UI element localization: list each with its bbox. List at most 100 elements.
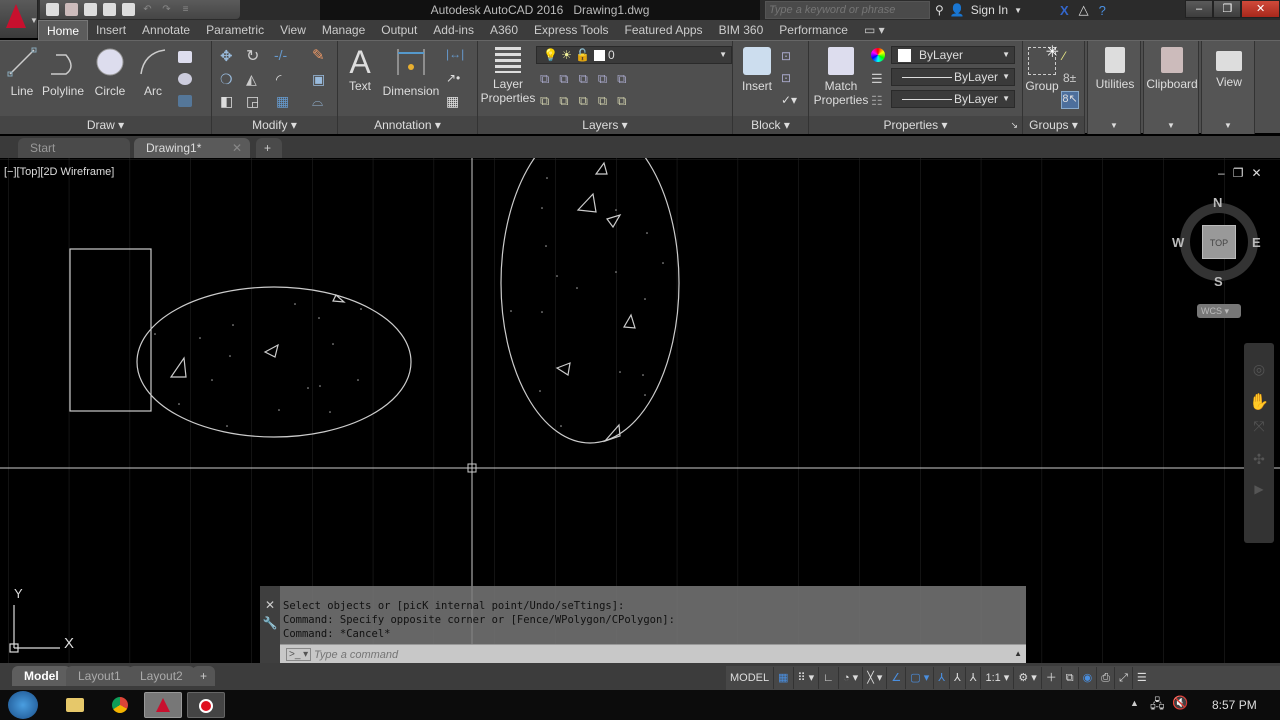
lineweight-dropdown[interactable]: ByLayer ▼ [891, 68, 1015, 86]
tab-featured-apps[interactable]: Featured Apps [617, 20, 711, 40]
line-button[interactable]: Line [6, 47, 38, 98]
utilities-button[interactable]: Utilities [1088, 47, 1142, 91]
unlock-icon[interactable]: 🔓 [575, 48, 590, 62]
polar-tracking-icon[interactable]: ◔ ▾ [839, 667, 864, 689]
tab-view[interactable]: View [272, 20, 314, 40]
restore-icon[interactable]: ❐ [1233, 166, 1252, 180]
tab-annotate[interactable]: Annotate [134, 20, 198, 40]
clock[interactable]: 8:57 PM [1212, 698, 1257, 712]
chrome-icon[interactable] [112, 697, 128, 713]
layer-tools-row-2[interactable]: ⧉⧉⧉⧉⧉ [540, 93, 636, 109]
dialog-launcher-icon[interactable]: ↘ [1010, 116, 1018, 134]
insert-button[interactable]: Insert [737, 47, 777, 93]
rectangle-icon[interactable] [178, 51, 192, 63]
lock-ui-icon[interactable]: ⎙ [1097, 667, 1116, 689]
modify-panel-title[interactable]: Modify ▾ [212, 116, 337, 134]
file-explorer-icon[interactable] [66, 698, 84, 712]
new-layout-button[interactable]: + [192, 666, 216, 686]
tab-output[interactable]: Output [373, 20, 425, 40]
sign-in[interactable]: ⚲ 👤 Sign In ▼ [935, 0, 1022, 20]
sign-in-label[interactable]: Sign In [971, 3, 1008, 17]
clipboard-button[interactable]: Clipboard [1144, 47, 1200, 91]
linear-dimension-icon[interactable]: |↔| [446, 47, 464, 61]
command-prompt-icon[interactable]: >_ ▾ [286, 648, 312, 661]
dimension-button[interactable]: Dimension [382, 47, 440, 98]
wrench-icon[interactable]: 🔧 [260, 616, 280, 630]
open-icon[interactable] [65, 3, 78, 16]
tab-layout2[interactable]: Layout2 [128, 666, 195, 686]
redo-icon[interactable]: ↷ [160, 3, 173, 16]
customize-icon[interactable]: ≡ [179, 3, 192, 16]
hatch-icon[interactable] [178, 95, 192, 107]
tab-express-tools[interactable]: Express Tools [526, 20, 616, 40]
table-icon[interactable]: ▦ [446, 93, 459, 110]
close-button[interactable]: ✕ [1241, 0, 1280, 18]
color-dropdown[interactable]: ByLayer ▼ [891, 46, 1015, 64]
annotation-visibility-icon[interactable]: ⅄ [934, 667, 950, 689]
snap-icon[interactable]: ⠿ ▾ [794, 667, 820, 689]
recorder-taskbar-button[interactable] [187, 692, 225, 718]
tab-start[interactable]: Start [18, 138, 130, 158]
close-tab-icon[interactable]: ✕ [232, 138, 242, 158]
chevron-down-icon[interactable]: ▼ [1014, 6, 1022, 15]
copy-icon[interactable]: ❍ [220, 71, 233, 88]
annotation-scale-icon[interactable]: ⅄ [966, 667, 982, 689]
compass-south[interactable]: S [1214, 274, 1223, 289]
ortho-icon[interactable]: ∟ [819, 667, 839, 689]
groups-panel-title[interactable]: Groups ▾ [1023, 116, 1084, 134]
create-block-icon[interactable]: ⊡ [781, 49, 791, 63]
grid-icon[interactable]: ▦ [774, 667, 794, 689]
showmotion-icon[interactable]: ▶ [1244, 482, 1274, 496]
binoculars-icon[interactable]: ⚲ [935, 3, 944, 17]
linetype-dropdown[interactable]: ByLayer ▼ [891, 90, 1015, 108]
object-snap-icon[interactable]: ▢ ▾ [906, 667, 935, 689]
tab-layout1[interactable]: Layout1 [66, 666, 133, 686]
view-button[interactable]: View [1202, 47, 1256, 89]
autocad-taskbar-button[interactable] [144, 692, 182, 718]
tab-bim-360[interactable]: BIM 360 [711, 20, 772, 40]
application-menu-button[interactable]: ▼ [0, 0, 38, 38]
draw-panel-title[interactable]: Draw ▾ [0, 116, 211, 134]
layer-tools-row-1[interactable]: ⧉⧉⧉⧉⧉ [540, 71, 636, 87]
minimize-button[interactable]: – [1185, 0, 1214, 18]
group-button[interactable]: ✳ Group [1025, 44, 1059, 93]
leader-icon[interactable]: ↗• [446, 71, 460, 85]
new-tab-button[interactable]: + [256, 138, 282, 158]
tab-parametric[interactable]: Parametric [198, 20, 272, 40]
attribute-icon[interactable]: ✓▾ [781, 93, 797, 107]
offset-icon[interactable]: ⌓ [312, 93, 323, 110]
start-button[interactable] [8, 691, 38, 719]
a360-icon[interactable]: △ [1079, 2, 1089, 18]
match-properties-button[interactable]: Match Properties [813, 47, 869, 107]
chevron-down-icon[interactable]: ▼ [1202, 121, 1254, 130]
erase-icon[interactable]: ✎ [312, 46, 325, 64]
circle-button[interactable]: Circle [90, 47, 130, 98]
tab-insert[interactable]: Insert [88, 20, 134, 40]
layer-properties-button[interactable]: Layer Properties [480, 47, 536, 105]
plot-icon[interactable] [122, 3, 135, 16]
volume-muted-icon[interactable]: 🔇 [1172, 695, 1188, 711]
tab-drawing1[interactable]: Drawing1* ✕ [134, 138, 250, 158]
steering-wheel-icon[interactable]: ◎ [1244, 361, 1274, 378]
sun-icon[interactable]: ☀ [561, 48, 572, 62]
annotation-monitor-icon[interactable]: ＋ [1042, 667, 1062, 689]
polyline-button[interactable]: Polyline [40, 47, 86, 98]
zoom-extents-icon[interactable]: ⤧ [1244, 418, 1274, 435]
explode-icon[interactable]: ▣ [312, 71, 325, 88]
array-icon[interactable]: ▦ [276, 93, 289, 110]
move-icon[interactable]: ✥ [220, 47, 233, 65]
annotation-panel-title[interactable]: Annotation ▾ [338, 116, 477, 134]
compass-north[interactable]: N [1213, 195, 1222, 210]
group-edit-icon[interactable]: 8± [1063, 71, 1076, 85]
help-icon[interactable]: ? [1099, 3, 1106, 18]
clipboard-panel[interactable]: Clipboard ▼ [1143, 41, 1199, 134]
restore-button[interactable]: ❐ [1213, 0, 1242, 18]
annotation-scale-dropdown[interactable]: 1:1 ▾ [981, 667, 1015, 689]
auto-scale-icon[interactable]: ⅄ [950, 667, 966, 689]
compass-west[interactable]: W [1172, 235, 1184, 250]
units-icon[interactable]: ⧉ [1062, 667, 1079, 689]
viewcube-top-face[interactable]: TOP [1202, 225, 1236, 259]
text-button[interactable]: A Text [344, 45, 376, 93]
wcs-menu[interactable]: WCS ▾ [1197, 304, 1241, 318]
quick-properties-icon[interactable]: ◉ [1079, 667, 1098, 689]
